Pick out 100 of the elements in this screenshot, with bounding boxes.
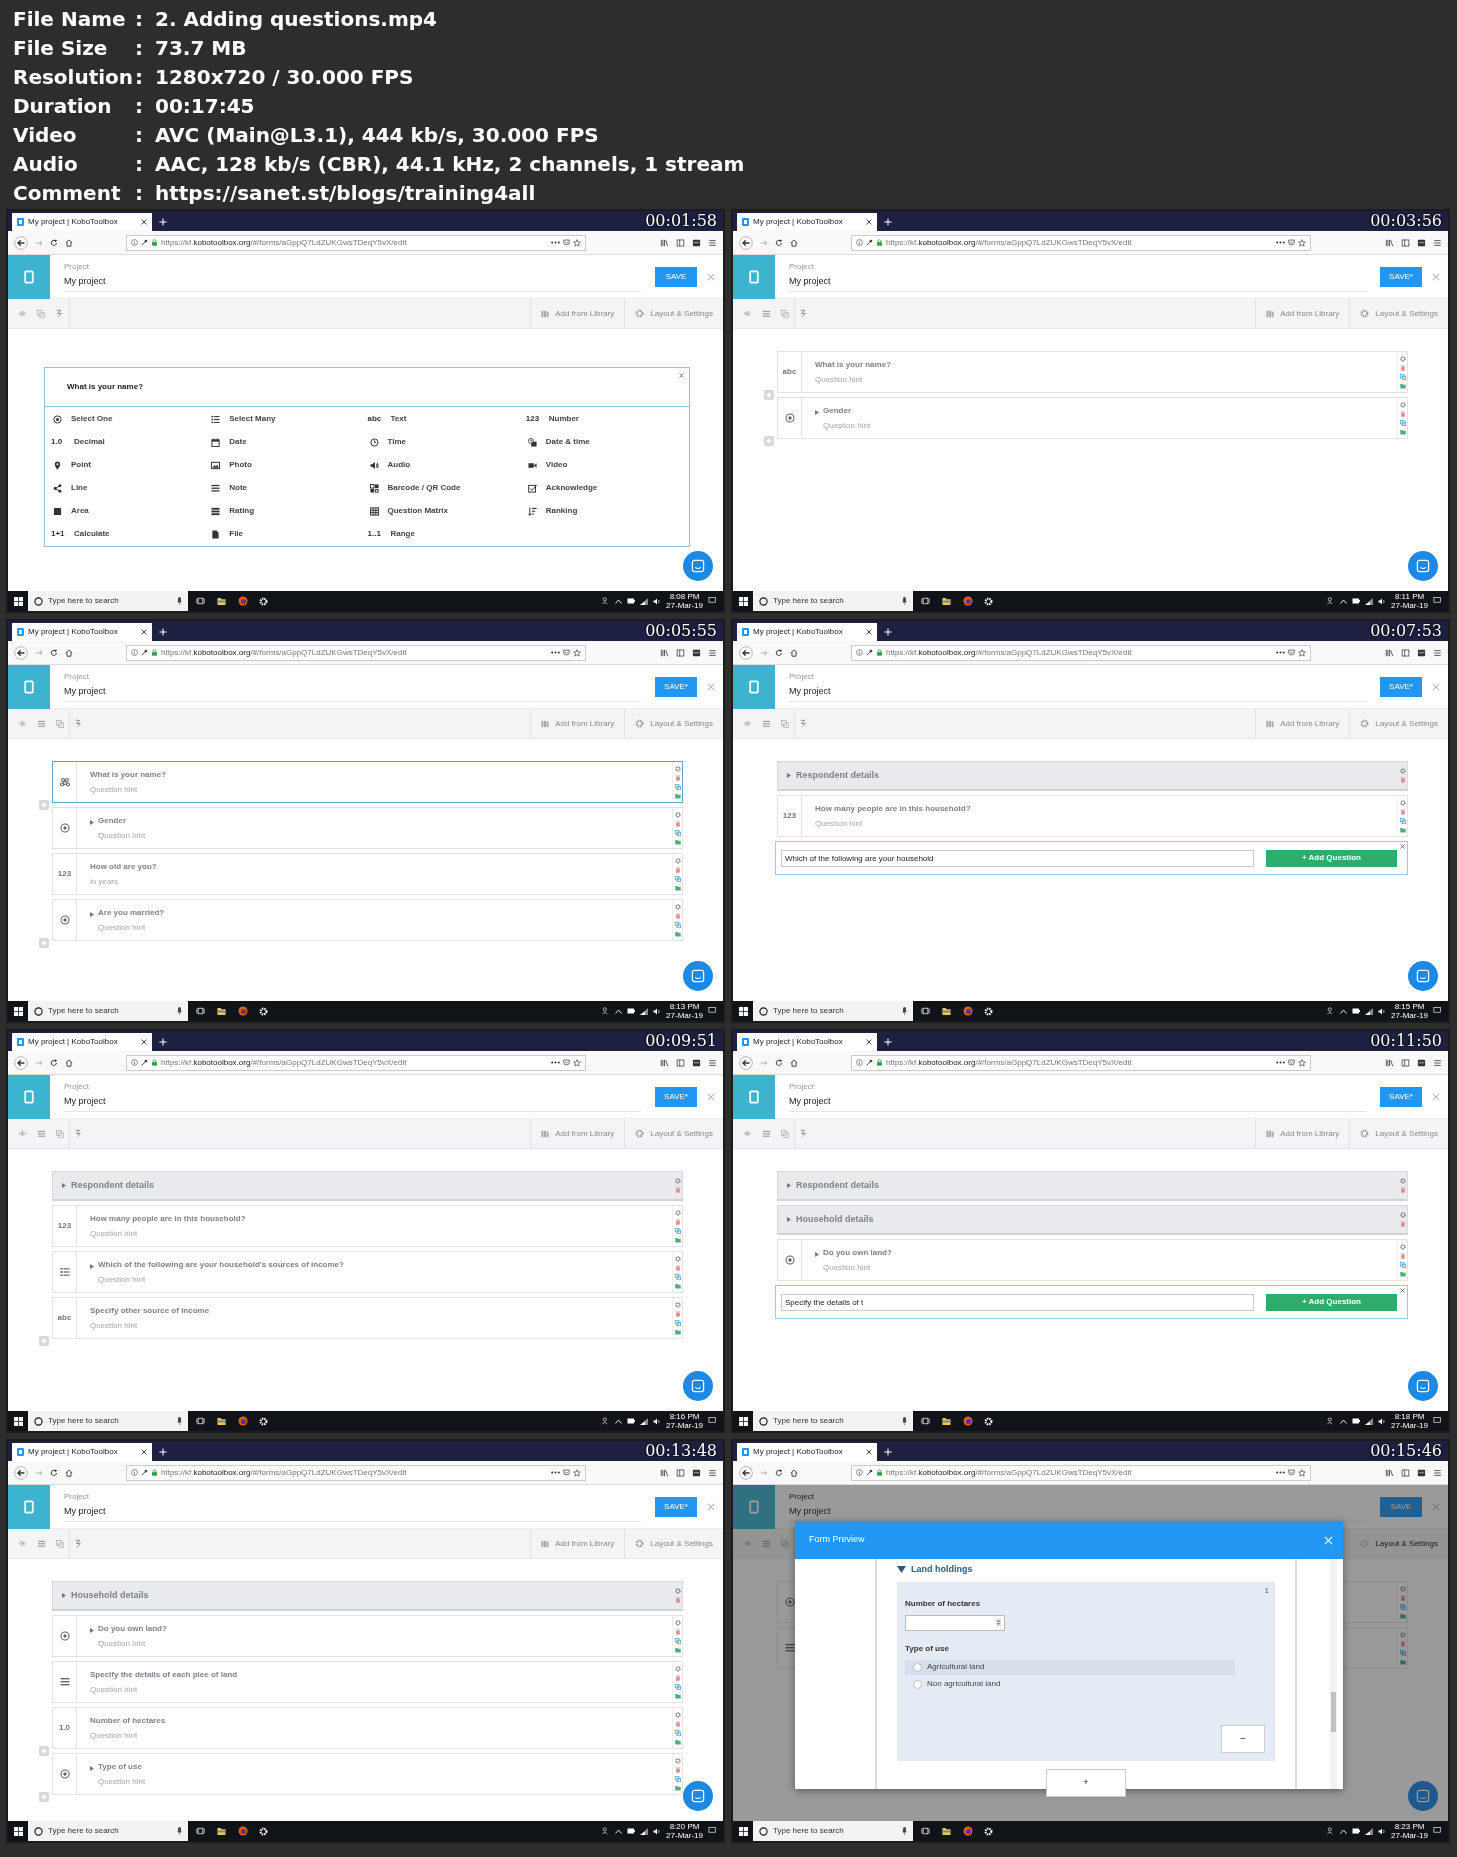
project-name-field[interactable]: Project My project: [64, 1491, 641, 1522]
type-label: 123: [782, 810, 797, 822]
question-type-option[interactable]: Audio: [367, 458, 526, 472]
question-card[interactable]: 123 How many people are in this household? Question hint: [777, 795, 1408, 837]
question-type-option[interactable]: File: [209, 527, 368, 541]
type-label: 123: [57, 868, 72, 880]
project-name-field[interactable]: Project My project: [789, 671, 1366, 702]
question-card[interactable]: Which of the following are your household's sources of income? Question hint: [52, 1251, 683, 1293]
question-card[interactable]: Do you own land? Question hint: [777, 1239, 1408, 1281]
info-label: Duration: [13, 93, 113, 120]
question-card[interactable]: Specify the details of each piee of land Question hint: [52, 1661, 683, 1703]
taskbar-search-field[interactable]: Type here to search: [28, 1411, 188, 1431]
url-field[interactable]: https://kf.kobotoolbox.org/#/forms/aGppQ7LdZUKGwsTDeqY5vX/edit: [126, 644, 586, 661]
taskbar-search-field[interactable]: Type here to search: [28, 1821, 188, 1841]
question-title: Number of hectares: [90, 1715, 166, 1727]
project-name-field[interactable]: Project My project: [64, 261, 641, 292]
question-type-option[interactable]: Date: [209, 435, 368, 449]
browser-tab[interactable]: My project | KoboToolbox: [12, 623, 152, 641]
question-type-option[interactable]: 1..1 Range: [367, 527, 526, 541]
question-card[interactable]: 123 How old are you? in years: [52, 853, 683, 895]
radio-option[interactable]: Agricultural land: [905, 1659, 1235, 1675]
radio-option[interactable]: Non agricultural land: [905, 1676, 1235, 1692]
project-name-field[interactable]: Project My project: [789, 1081, 1366, 1112]
question-type-option[interactable]: Area: [51, 504, 210, 518]
browser-tab[interactable]: My project | KoboToolbox: [12, 213, 152, 231]
question-type-option[interactable]: Line: [51, 481, 210, 495]
question-hint: Question hint: [98, 830, 146, 842]
url-field[interactable]: https://kf.kobotoolbox.org/#/forms/aGppQ7LdZUKGwsTDeqY5vX/edit: [126, 234, 586, 251]
project-name-field[interactable]: Project My project: [64, 671, 641, 702]
timestamp: 00:11:50: [1370, 1031, 1442, 1052]
question-type-option[interactable]: Acknowledge: [525, 481, 684, 495]
browser-tab[interactable]: My project | KoboToolbox: [12, 1443, 152, 1461]
toolbar-label: Layout & Settings: [1375, 1127, 1438, 1140]
question-card[interactable]: 123 How many people are in this household? Question hint: [52, 1205, 683, 1247]
project-name-field[interactable]: Project My project: [789, 261, 1366, 292]
question-type-option[interactable]: Barcode / QR Code: [367, 481, 526, 495]
question-type-option[interactable]: Video: [525, 458, 684, 472]
question-type-option[interactable]: Point: [51, 458, 210, 472]
question-card[interactable]: abc Specify other source of income Question hint: [52, 1297, 683, 1339]
question-input[interactable]: Which of the following are your household: [781, 849, 1254, 867]
project-name-field[interactable]: Project My project: [64, 1081, 641, 1112]
browser-tab[interactable]: My project | KoboToolbox: [12, 1033, 152, 1051]
url-field[interactable]: https://kf.kobotoolbox.org/#/forms/aGppQ7LdZUKGwsTDeqY5vX/edit: [126, 1054, 586, 1071]
type-name: Point: [71, 459, 91, 471]
taskbar-search-field[interactable]: Type here to search: [753, 1411, 913, 1431]
question-title: How old are you?: [90, 861, 157, 873]
url-field[interactable]: https://kf.kobotoolbox.org/#/forms/aGppQ7LdZUKGwsTDeqY5vX/edit: [851, 644, 1311, 661]
taskbar-search-field[interactable]: Type here to search: [753, 1821, 913, 1841]
question-card[interactable]: Do you own land? Question hint: [52, 1615, 683, 1657]
taskbar-search-field[interactable]: Type here to search: [28, 1001, 188, 1021]
question-type-option[interactable]: Date & time: [525, 435, 684, 449]
separator-colon: :: [135, 6, 144, 33]
question-type-option[interactable]: Photo: [209, 458, 368, 472]
toolbar-label: Add from Library: [1280, 717, 1340, 730]
info-label: Video: [13, 122, 78, 149]
url-field[interactable]: https://kf.kobotoolbox.org/#/forms/aGppQ7LdZUKGwsTDeqY5vX/edit: [851, 1054, 1311, 1071]
browser-tab[interactable]: My project | KoboToolbox: [737, 1033, 877, 1051]
question-card[interactable]: 1.0 Number of hectares Question hint: [52, 1707, 683, 1749]
question-card[interactable]: Gender Question hint: [52, 807, 683, 849]
remove-button[interactable]: −: [1221, 1724, 1265, 1753]
taskbar-search-field[interactable]: Type here to search: [28, 591, 188, 611]
url-field[interactable]: https://kf.kobotoolbox.org/#/forms/aGppQ7LdZUKGwsTDeqY5vX/edit: [851, 1464, 1311, 1481]
question-type-option[interactable]: Select Many: [209, 412, 368, 426]
question-hint: Question hint: [98, 1638, 147, 1650]
question-type-option[interactable]: Select One: [51, 412, 210, 426]
field-label: Project: [789, 1491, 815, 1504]
browser-tab[interactable]: My project | KoboToolbox: [737, 1443, 877, 1461]
question-hint: Question hint: [815, 818, 864, 830]
type-name: Calculate: [74, 528, 110, 540]
type-name: Decimal: [74, 436, 105, 448]
url-field[interactable]: https://kf.kobotoolbox.org/#/forms/aGppQ7LdZUKGwsTDeqY5vX/edit: [126, 1464, 586, 1481]
question-card[interactable]: Type of use Question hint: [52, 1753, 683, 1795]
taskbar-search-field[interactable]: Type here to search: [753, 1001, 913, 1021]
question-type-option[interactable]: 123 Number: [525, 412, 684, 426]
add-button[interactable]: +: [1046, 1768, 1126, 1797]
question-type-option[interactable]: abc Text: [367, 412, 526, 426]
timestamp: 00:13:48: [645, 1441, 717, 1462]
question-type-option[interactable]: Ranking: [525, 504, 684, 518]
taskbar-search-field[interactable]: Type here to search: [753, 591, 913, 611]
question-type-option[interactable]: Time: [367, 435, 526, 449]
question-input[interactable]: Specify the details of t: [781, 1293, 1254, 1311]
question-type-option[interactable]: Note: [209, 481, 368, 495]
info-value: AAC, 128 kb/s (CBR), 44.1 kHz, 2 channels, 1 stream: [155, 151, 745, 178]
question-type-option[interactable]: Question Matrix: [367, 504, 526, 518]
question-card[interactable]: Are you married? Question hint: [52, 899, 683, 941]
question-card[interactable]: What is your name? Question hint: [52, 761, 683, 803]
question-type-option[interactable]: 1+1 Calculate: [51, 527, 210, 541]
browser-tab[interactable]: My project | KoboToolbox: [737, 213, 877, 231]
question-type-option[interactable]: 1.0 Decimal: [51, 435, 210, 449]
question-title: What is your name?: [815, 359, 891, 371]
separator-colon: :: [135, 35, 144, 62]
question-title: Do you own land?: [98, 1623, 167, 1635]
repeat-number: 1: [1264, 1584, 1269, 1597]
layout-settings-button[interactable]: Layout & Settings: [1349, 1529, 1448, 1558]
url-field[interactable]: https://kf.kobotoolbox.org/#/forms/aGppQ7LdZUKGwsTDeqY5vX/edit: [851, 234, 1311, 251]
type-label: abc: [57, 1312, 72, 1324]
question-card[interactable]: abc What is your name? Question hint: [777, 351, 1408, 393]
browser-tab[interactable]: My project | KoboToolbox: [737, 623, 877, 641]
question-card[interactable]: Gender Question hint: [777, 397, 1408, 439]
question-type-option[interactable]: Rating: [209, 504, 368, 518]
